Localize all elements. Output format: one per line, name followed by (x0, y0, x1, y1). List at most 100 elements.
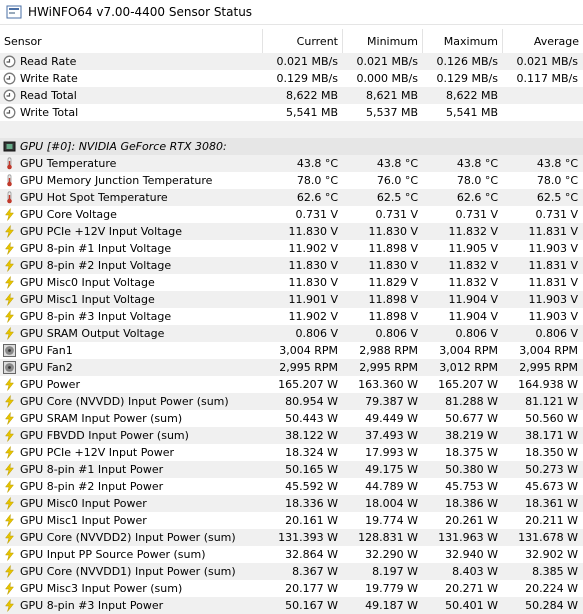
sensor-name-cell: GPU Fan2 (0, 361, 263, 374)
current-value: 38.122 W (285, 429, 338, 442)
average-value: 18.350 W (525, 446, 578, 459)
sensor-row[interactable]: GPU Misc1 Input Power 20.161 W 19.774 W 20.… (0, 512, 583, 529)
sensor-label: GPU 8-pin #2 Input Voltage (20, 259, 172, 272)
minimum-value: 8.197 W (372, 565, 418, 578)
sensor-row[interactable]: GPU Core (NVVDD) Input Power (sum) 80.954… (0, 393, 583, 410)
sensor-row[interactable]: GPU Misc3 Input Power (sum) 20.177 W 19.77… (0, 580, 583, 597)
sensor-row[interactable]: GPU Core (NVVDD2) Input Power (sum) 131.3… (0, 529, 583, 546)
current-value: 11.830 V (288, 259, 338, 272)
sensor-label: GPU 8-pin #1 Input Power (20, 463, 164, 476)
sensor-row[interactable]: GPU Fan2 2,995 RPM 2,995 RPM 3,012 RPM 2,995… (0, 359, 583, 376)
spacer-row (0, 121, 583, 138)
sensor-row[interactable]: GPU Power 165.207 W 163.360 W 165.207 W 164.… (0, 376, 583, 393)
current-value: 50.167 W (285, 599, 338, 612)
sensor-row[interactable]: GPU Memory Junction Temperature 78.0 °C 76… (0, 172, 583, 189)
fan-icon (3, 361, 16, 374)
average-value: 50.284 W (525, 599, 578, 612)
sensor-row[interactable]: GPU Core (NVVDD1) Input Power (sum) 8.367… (0, 563, 583, 580)
sensor-label: GPU FBVDD Input Power (sum) (20, 429, 189, 442)
bolt-icon (3, 259, 16, 272)
sensor-row[interactable]: GPU Hot Spot Temperature 62.6 °C 62.5 °C 62… (0, 189, 583, 206)
minimum-value: 76.0 °C (376, 174, 418, 187)
clock-icon (3, 89, 16, 102)
maximum-value: 62.6 °C (456, 191, 498, 204)
sensor-label: Read Rate (20, 55, 77, 68)
minimum-value: 18.004 W (365, 497, 418, 510)
minimum-value: 19.774 W (365, 514, 418, 527)
bolt-icon (3, 599, 16, 612)
sensor-row[interactable]: GPU 8-pin #2 Input Power 45.592 W 44.789 W… (0, 478, 583, 495)
sensor-row[interactable]: GPU PCIe +12V Input Power 18.324 W 17.993 … (0, 444, 583, 461)
sensor-row[interactable]: GPU Input PP Source Power (sum) 32.864 W 3… (0, 546, 583, 563)
sensor-row[interactable]: GPU Temperature 43.8 °C 43.8 °C 43.8 °C 43.8… (0, 155, 583, 172)
thermometer-icon (3, 191, 16, 204)
average-value: 20.224 W (525, 582, 578, 595)
gpu-chip-icon (3, 140, 16, 153)
sensor-row[interactable]: GPU PCIe +12V Input Voltage 11.830 V 11.83… (0, 223, 583, 240)
column-sensor[interactable]: Sensor (0, 29, 263, 53)
sensor-row[interactable]: GPU 8-pin #3 Input Voltage 11.902 V 11.898… (0, 308, 583, 325)
bolt-icon (3, 480, 16, 493)
sensor-name-cell: GPU [#0]: NVIDIA GeForce RTX 3080: (0, 140, 263, 153)
current-value: 62.6 °C (296, 191, 338, 204)
column-maximum[interactable]: Maximum (423, 29, 503, 53)
maximum-value: 78.0 °C (456, 174, 498, 187)
sensor-name-cell: GPU Core (NVVDD1) Input Power (sum) (0, 565, 263, 578)
sensor-label: GPU Core (NVVDD1) Input Power (sum) (20, 565, 236, 578)
bolt-icon (3, 378, 16, 391)
sensor-row[interactable]: GPU SRAM Output Voltage 0.806 V 0.806 V 0.8… (0, 325, 583, 342)
minimum-value: 17.993 W (365, 446, 418, 459)
current-value: 45.592 W (285, 480, 338, 493)
sensor-label: GPU Misc1 Input Power (20, 514, 147, 527)
sensor-name-cell: GPU Power (0, 378, 263, 391)
minimum-value: 49.449 W (365, 412, 418, 425)
group-header-row[interactable]: GPU [#0]: NVIDIA GeForce RTX 3080: (0, 138, 583, 155)
sensor-row[interactable]: GPU 8-pin #1 Input Power 50.165 W 49.175 W… (0, 461, 583, 478)
maximum-value: 43.8 °C (456, 157, 498, 170)
sensor-row[interactable]: GPU 8-pin #2 Input Voltage 11.830 V 11.830… (0, 257, 583, 274)
sensor-row[interactable]: GPU Misc0 Input Voltage 11.830 V 11.829 V 1… (0, 274, 583, 291)
sensor-name-cell: GPU 8-pin #2 Input Power (0, 480, 263, 493)
current-value: 80.954 W (285, 395, 338, 408)
clock-icon (3, 55, 16, 68)
minimum-value: 11.830 V (368, 225, 418, 238)
sensor-row[interactable]: GPU Core Voltage 0.731 V 0.731 V 0.731 V 0.7… (0, 206, 583, 223)
minimum-value: 0.021 MB/s (356, 55, 418, 68)
sensor-row[interactable]: GPU Misc1 Input Voltage 11.901 V 11.898 V 1… (0, 291, 583, 308)
current-value: 0.021 MB/s (276, 55, 338, 68)
sensor-label: GPU PCIe +12V Input Power (20, 446, 174, 459)
sensor-row[interactable]: Write Rate 0.129 MB/s 0.000 MB/s 0.129 MB/s… (0, 70, 583, 87)
column-current[interactable]: Current (263, 29, 343, 53)
sensor-row[interactable]: GPU Misc0 Input Power 18.336 W 18.004 W 18.… (0, 495, 583, 512)
sensor-row[interactable]: GPU 8-pin #1 Input Voltage 11.902 V 11.898… (0, 240, 583, 257)
average-value: 3,004 RPM (519, 344, 578, 357)
sensor-label: Write Rate (20, 72, 78, 85)
maximum-value: 0.126 MB/s (436, 55, 498, 68)
current-value: 0.806 V (295, 327, 338, 340)
maximum-value: 165.207 W (438, 378, 498, 391)
minimum-value: 11.898 V (368, 293, 418, 306)
column-average[interactable]: Average (503, 29, 583, 53)
minimum-value: 44.789 W (365, 480, 418, 493)
sensor-row[interactable]: Read Total 8,622 MB 8,621 MB 8,622 MB (0, 87, 583, 104)
sensor-row[interactable]: GPU SRAM Input Power (sum) 50.443 W 49.449… (0, 410, 583, 427)
column-minimum[interactable]: Minimum (343, 29, 423, 53)
current-value: 50.165 W (285, 463, 338, 476)
average-value: 38.171 W (525, 429, 578, 442)
sensor-label: GPU Core (NVVDD2) Input Power (sum) (20, 531, 236, 544)
sensor-row[interactable]: GPU FBVDD Input Power (sum) 38.122 W 37.49… (0, 427, 583, 444)
sensor-name-cell: GPU Core Voltage (0, 208, 263, 221)
sensor-label: GPU SRAM Output Voltage (20, 327, 165, 340)
maximum-value: 38.219 W (445, 429, 498, 442)
sensor-name-cell: GPU 8-pin #3 Input Power (0, 599, 263, 612)
average-value: 8.385 W (532, 565, 578, 578)
sensor-row[interactable]: Read Rate 0.021 MB/s 0.021 MB/s 0.126 MB/s 0… (0, 53, 583, 70)
bolt-icon (3, 582, 16, 595)
sensor-row[interactable]: GPU 8-pin #3 Input Power 50.167 W 49.187 W… (0, 597, 583, 614)
sensor-name-cell: GPU Core (NVVDD2) Input Power (sum) (0, 531, 263, 544)
sensor-name-cell: GPU Temperature (0, 157, 263, 170)
average-value: 62.5 °C (536, 191, 578, 204)
minimum-value: 11.829 V (368, 276, 418, 289)
sensor-row[interactable]: Write Total 5,541 MB 5,537 MB 5,541 MB (0, 104, 583, 121)
sensor-row[interactable]: GPU Fan1 3,004 RPM 2,988 RPM 3,004 RPM 3,004… (0, 342, 583, 359)
